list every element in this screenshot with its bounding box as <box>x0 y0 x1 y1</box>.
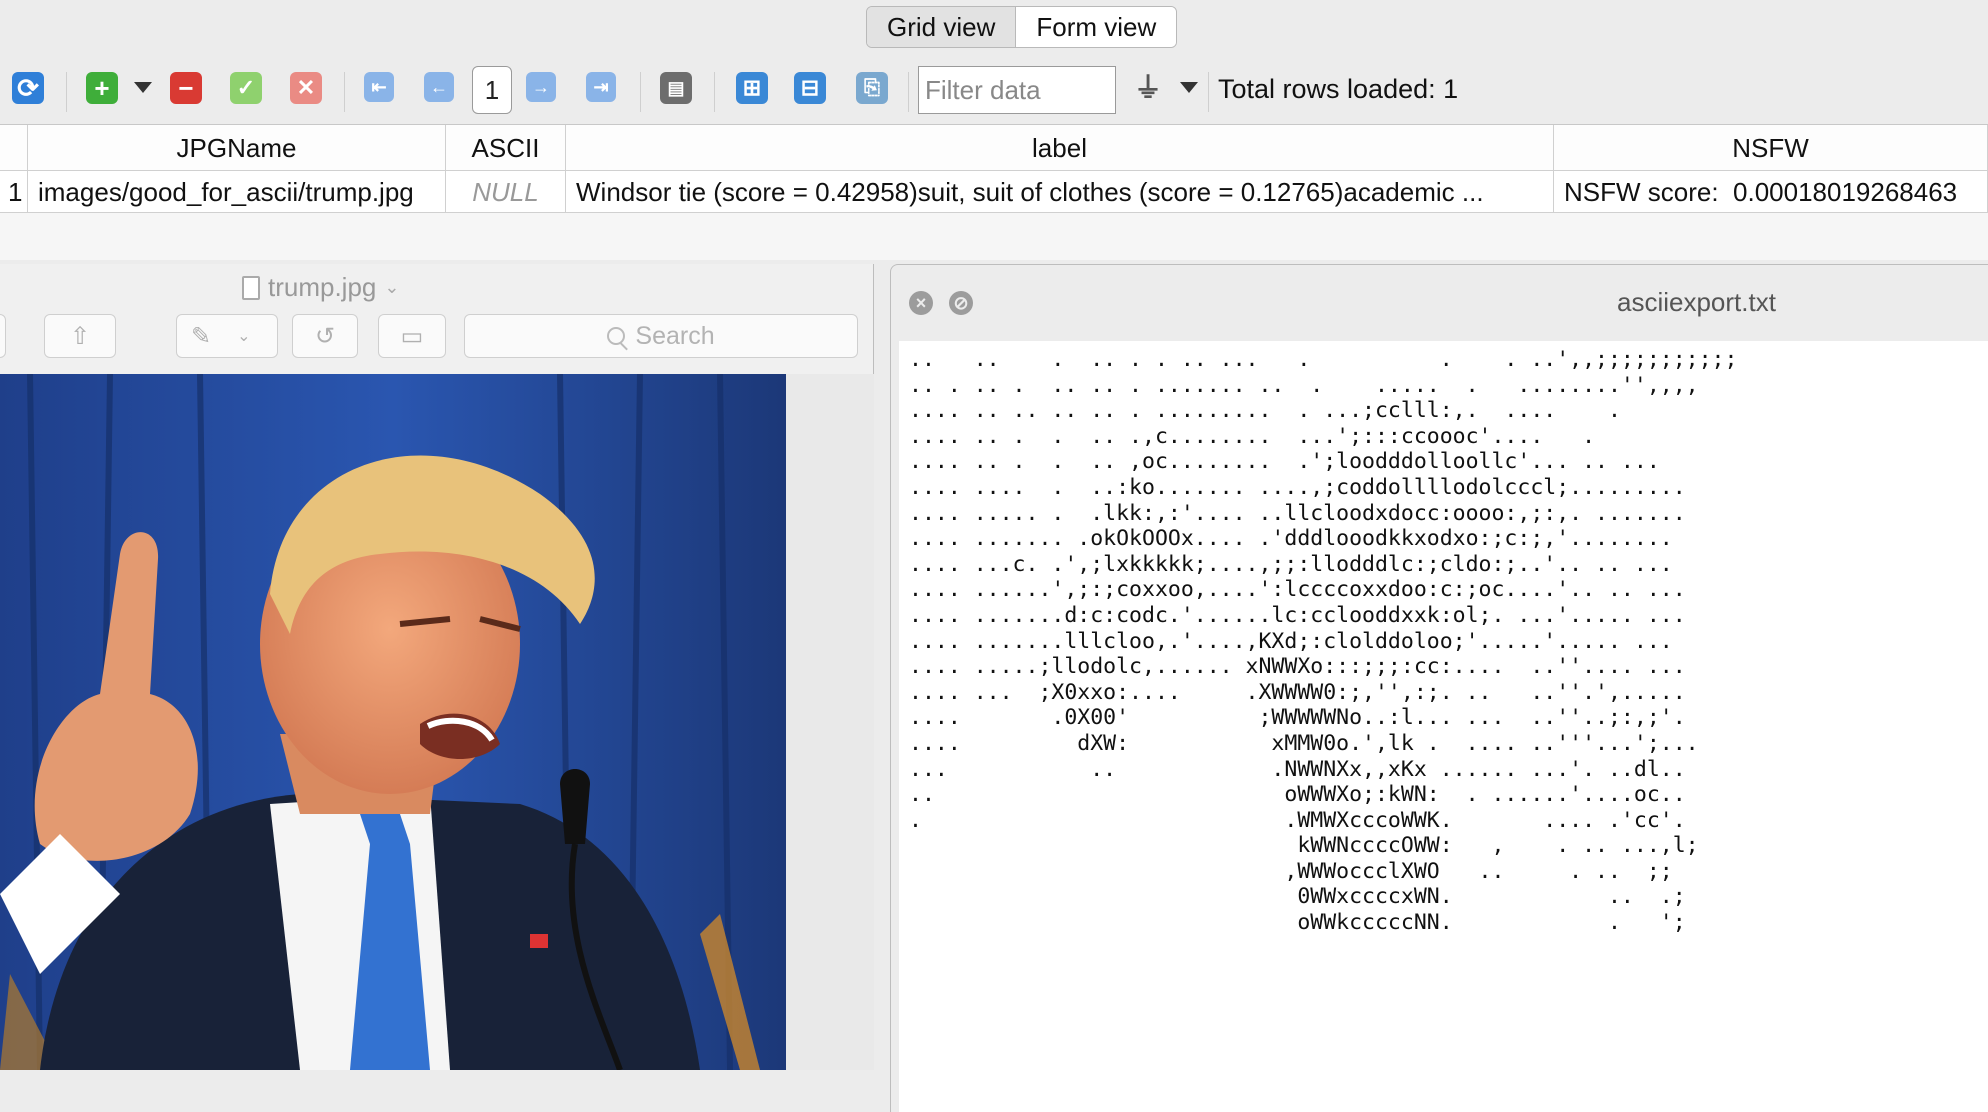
sidebar-toggle-button[interactable] <box>0 314 6 358</box>
column-header-jpgname[interactable]: JPGName <box>28 125 446 171</box>
toolbar-separator <box>640 72 641 112</box>
last-page-icon[interactable]: ⇥ <box>586 72 616 102</box>
row-number[interactable]: 1 <box>0 171 28 213</box>
previous-page-icon[interactable]: ← <box>424 72 454 102</box>
dropdown-caret-icon[interactable] <box>134 82 152 93</box>
commit-icon[interactable]: ✓ <box>230 72 262 104</box>
preview-title-bar[interactable]: trump.jpg ⌄ <box>242 272 399 303</box>
search-icon <box>607 327 626 345</box>
toolbar-separator <box>908 72 909 112</box>
toolbar-separator <box>344 72 345 112</box>
preview-window-title: trump.jpg <box>268 272 377 302</box>
first-page-icon[interactable]: ⇤ <box>364 72 394 102</box>
filter-icon[interactable]: ⏚ <box>1132 72 1164 104</box>
total-rows-label: Total rows loaded: 1 <box>1218 74 1459 104</box>
filter-input[interactable] <box>918 66 1116 114</box>
rotate-button[interactable]: ↺ <box>292 314 358 358</box>
table-cell-jpgname[interactable]: images/good_for_ascii/trump.jpg <box>28 171 446 213</box>
page-number-field[interactable]: 1 <box>472 66 512 114</box>
rotate-icon: ↺ <box>314 322 336 350</box>
text-editor-window: × ⊘ asciiexport.txt .. .. . .. . . .. ..… <box>890 264 1988 1112</box>
toolbar: ⟳ + − ✓ ✕ ⇤ ← 1 → ⇥ ▤ ⊞ ⊟ ⎘ ⏚ Total rows… <box>0 58 1988 124</box>
close-icon[interactable]: × <box>909 291 933 315</box>
view-switch: Grid view Form view <box>866 6 1178 48</box>
row-number-header <box>0 125 28 171</box>
chevron-down-icon[interactable]: ⌄ <box>237 326 250 346</box>
table-cell-label[interactable]: Windsor tie (score = 0.42958)suit, suit … <box>566 171 1554 213</box>
share-button[interactable]: ⇧ <box>44 314 116 358</box>
image-preview-window: trump.jpg ⌄ ⇧ ✎ ⌄ ↺ ▭ Search <box>0 264 874 1070</box>
ascii-art-text: .. .. . .. . . .. ... . . . ..',,;;;;;;;… <box>909 347 1738 936</box>
toolbar-separator <box>66 72 67 112</box>
print-icon[interactable]: ▤ <box>660 72 692 104</box>
share-icon: ⇧ <box>69 322 91 350</box>
form-view-tab[interactable]: Form view <box>1016 7 1177 47</box>
pen-icon: ✎ <box>191 322 212 350</box>
toolbar-separator <box>1208 72 1209 112</box>
rollback-icon[interactable]: ✕ <box>290 72 322 104</box>
column-header-nsfw[interactable]: NSFW <box>1554 125 1988 171</box>
data-grid: JPGName ASCII label NSFW 1 images/good_f… <box>0 124 1988 260</box>
table-cell-ascii[interactable]: NULL <box>446 171 566 213</box>
preview-sidebar <box>786 374 874 1070</box>
filter-dropdown-caret-icon[interactable] <box>1180 82 1198 93</box>
add-row-icon[interactable]: + <box>86 72 118 104</box>
text-window-title: asciiexport.txt <box>1617 287 1776 317</box>
toolbox-button[interactable]: ▭ <box>378 314 446 358</box>
expand-icon[interactable]: ⊞ <box>736 72 768 104</box>
delete-row-icon[interactable]: − <box>170 72 202 104</box>
background-strip <box>0 1070 890 1112</box>
export-icon[interactable]: ⎘ <box>856 72 888 104</box>
search-placeholder: Search <box>635 321 715 350</box>
text-content-area[interactable]: .. .. . .. . . .. ... . . . ..',,;;;;;;;… <box>899 341 1988 1112</box>
chevron-down-icon[interactable]: ⌄ <box>384 277 399 298</box>
next-page-icon[interactable]: → <box>526 72 556 102</box>
table-cell-nsfw[interactable]: NSFW score: 0.00018019268463 <box>1554 171 1988 213</box>
markup-button[interactable]: ✎ ⌄ <box>176 314 278 358</box>
document-icon <box>242 275 260 300</box>
column-header-ascii[interactable]: ASCII <box>446 125 566 171</box>
collapse-icon[interactable]: ⊟ <box>794 72 826 104</box>
preview-image <box>0 374 786 1070</box>
search-input[interactable]: Search <box>464 314 858 358</box>
grid-view-tab[interactable]: Grid view <box>867 7 1017 47</box>
column-header-label[interactable]: label <box>566 125 1554 171</box>
toolbox-icon: ▭ <box>400 322 424 350</box>
toolbar-separator <box>714 72 715 112</box>
minimize-disabled-icon[interactable]: ⊘ <box>949 291 973 315</box>
photo-illustration <box>0 374 786 1070</box>
refresh-icon[interactable]: ⟳ <box>12 72 44 104</box>
